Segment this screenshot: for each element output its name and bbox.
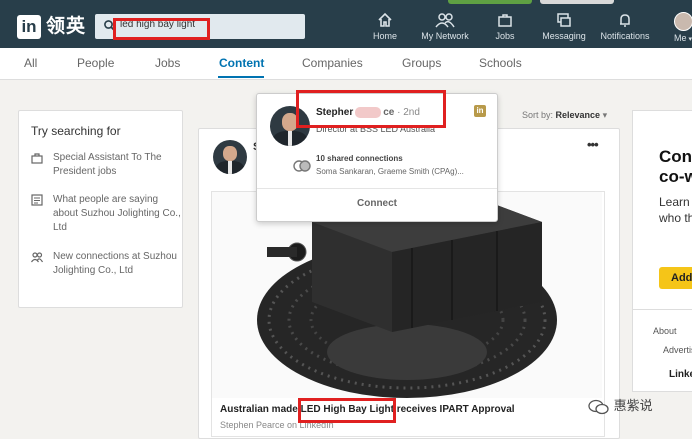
chevron-down-icon: ▾: [603, 110, 608, 120]
active-tab-indicator: [218, 76, 264, 78]
nav-my-network[interactable]: My Network: [418, 12, 472, 41]
right-promo-card: Con co-w Learn who th Add About Advertis…: [632, 110, 692, 392]
watermark-text: 惠紫说: [614, 398, 653, 413]
promo-sub-line1: Learn: [659, 195, 690, 209]
nav-messaging[interactable]: Messaging: [541, 12, 587, 41]
article-title-prefix: Australian made: [220, 404, 298, 415]
more-options-icon[interactable]: •••: [587, 137, 598, 152]
profile-name-highlight-box: [296, 90, 446, 128]
nav-jobs[interactable]: Jobs: [490, 12, 520, 41]
linkedin-cn-wordmark[interactable]: 领英: [46, 14, 86, 40]
nav-me-label: Me: [674, 33, 687, 43]
document-icon: [31, 194, 43, 206]
tab-content[interactable]: Content: [219, 56, 264, 70]
tab-people[interactable]: People: [77, 56, 114, 70]
sidebar-title: Try searching for: [31, 124, 121, 138]
briefcase-icon: [497, 12, 513, 28]
popup-divider: [257, 188, 497, 189]
linkedin-logo[interactable]: in: [17, 15, 41, 39]
home-icon: [377, 12, 393, 28]
sidebar-item-connections[interactable]: New connections at Suzhou Jolighting Co.…: [31, 250, 181, 278]
sidebar-item-label: New connections at Suzhou Jolighting Co.…: [53, 250, 181, 278]
search-filter-tabs: All People Jobs Content Companies Groups…: [0, 48, 692, 80]
promo-add-button[interactable]: Add: [659, 267, 692, 289]
bell-icon: [617, 12, 633, 28]
nav-my-network-label: My Network: [421, 31, 469, 41]
nav-home[interactable]: Home: [370, 12, 400, 41]
people-icon: [31, 251, 43, 263]
nav-jobs-label: Jobs: [495, 31, 514, 41]
tab-groups[interactable]: Groups: [402, 56, 441, 70]
shared-connections-icon: [293, 160, 311, 172]
nav-home-label: Home: [373, 31, 397, 41]
footer-link-advertise[interactable]: Advertis: [663, 345, 692, 355]
sort-prefix: Sort by:: [522, 110, 553, 120]
shared-connections-count[interactable]: 10 shared connections: [316, 154, 403, 163]
nav-messaging-label: Messaging: [542, 31, 586, 41]
sidebar-item-jobs[interactable]: Special Assistant To The President jobs: [31, 151, 181, 179]
promo-divider: [633, 309, 692, 310]
wechat-logo-icon: [588, 399, 610, 415]
nav-me[interactable]: Me ▾: [672, 12, 692, 43]
footer-link-about[interactable]: About: [653, 326, 677, 336]
sidebar-item-label: Special Assistant To The President jobs: [53, 151, 181, 179]
wechat-watermark: 惠紫说: [588, 395, 653, 415]
sidebar-item-label: What people are saying about Suzhou Joli…: [53, 193, 181, 235]
shared-connections-names: Soma Sankaran, Graeme Smith (CPAg)...: [316, 167, 464, 176]
promo-heading-line2: co-w: [659, 167, 692, 187]
header-grey-strip: [540, 0, 614, 4]
post-author-avatar[interactable]: [213, 140, 247, 174]
promo-sub-line2: who th: [659, 211, 692, 225]
article-title-suffix: receives IPART Approval: [397, 404, 515, 415]
search-highlight-box: [113, 18, 210, 40]
linkedin-badge-icon: in: [474, 105, 486, 117]
led-high-bay-light-image: [212, 192, 602, 398]
sort-value: Relevance: [556, 110, 601, 120]
header-accent-strip: [448, 0, 532, 4]
footer-linkedin-brand: Linke: [669, 369, 692, 380]
avatar-icon: [674, 12, 692, 31]
title-highlight-box: [298, 398, 396, 423]
promo-heading-line1: Con: [659, 147, 692, 167]
sort-dropdown[interactable]: Sort by: Relevance ▾: [522, 110, 607, 121]
network-icon: [435, 12, 455, 28]
try-searching-card: Try searching for Special Assistant To T…: [18, 110, 183, 308]
tab-all[interactable]: All: [24, 56, 37, 70]
briefcase-icon: [31, 152, 43, 164]
article-card[interactable]: Australian made LED High Bay Light recei…: [211, 191, 605, 437]
tab-companies[interactable]: Companies: [302, 56, 363, 70]
tab-schools[interactable]: Schools: [479, 56, 522, 70]
tab-jobs[interactable]: Jobs: [155, 56, 180, 70]
connect-button[interactable]: Connect: [257, 198, 497, 209]
sidebar-item-content[interactable]: What people are saying about Suzhou Joli…: [31, 193, 181, 235]
messaging-icon: [556, 12, 572, 28]
nav-notifications-label: Notifications: [600, 31, 649, 41]
nav-notifications[interactable]: Notifications: [597, 12, 653, 41]
